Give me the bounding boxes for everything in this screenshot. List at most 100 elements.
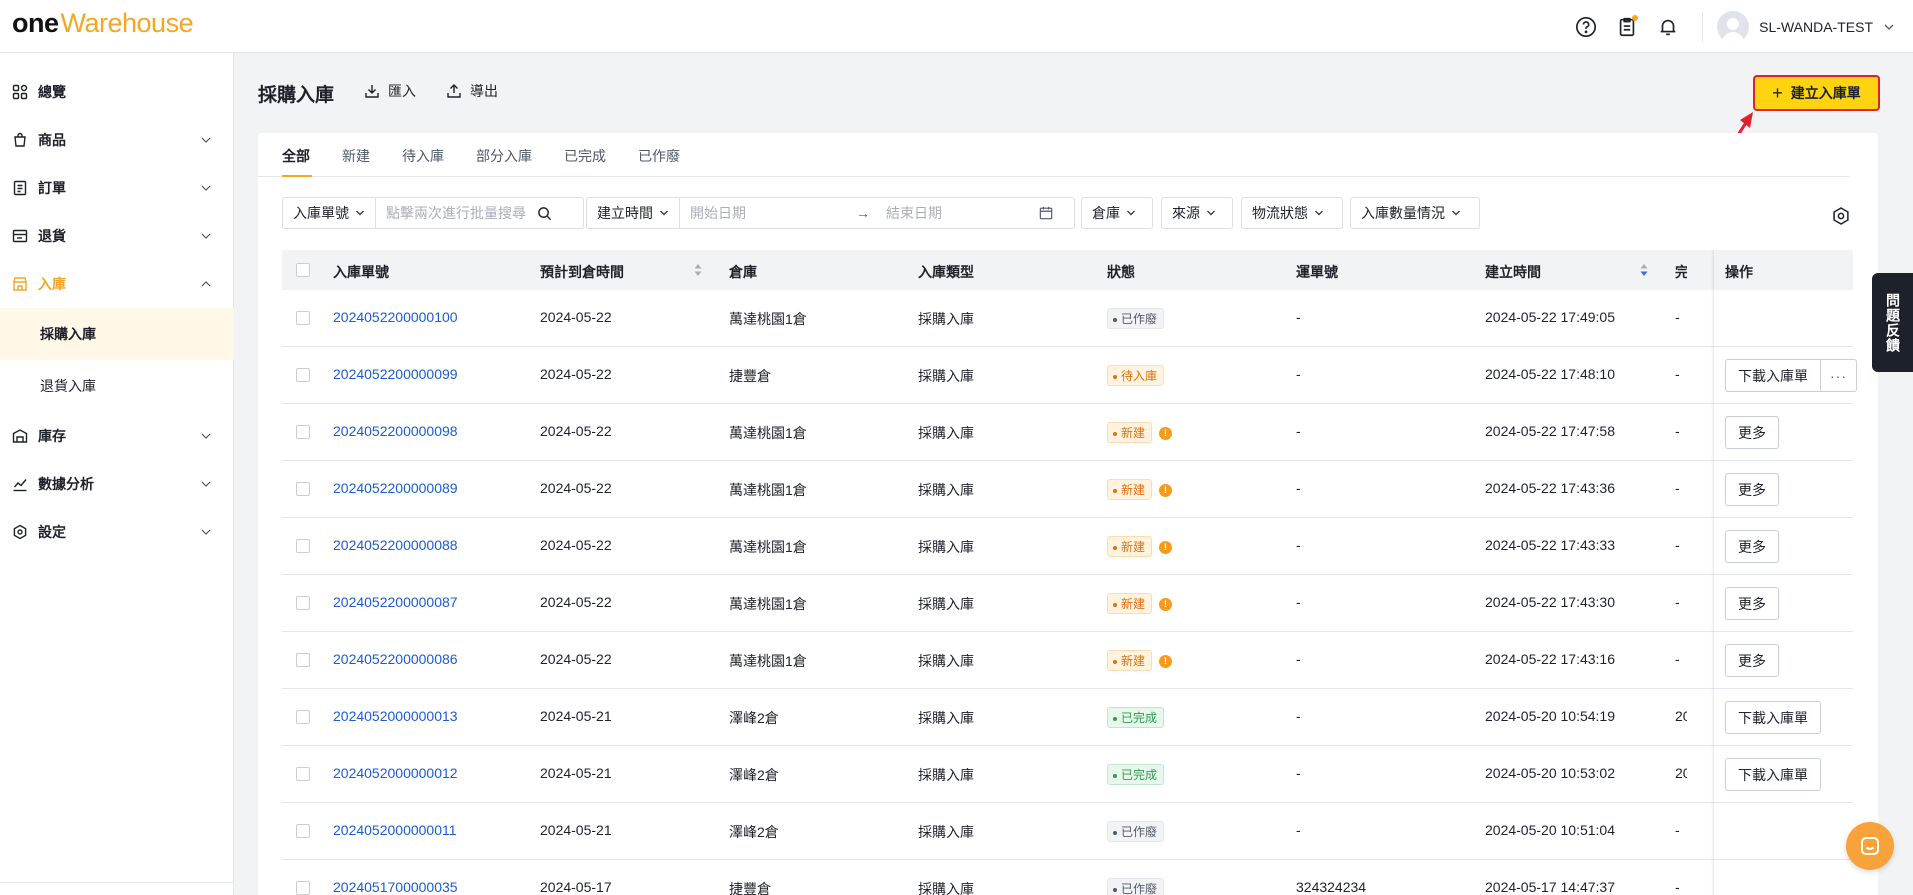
order-number-link[interactable]: 2024052200000088: [333, 537, 458, 553]
sidebar-item-inventory[interactable]: 庫存: [0, 416, 234, 456]
row-checkbox[interactable]: [296, 710, 310, 724]
order-number-link[interactable]: 2024052000000012: [333, 765, 458, 781]
column-header-created-time[interactable]: 建立時間: [1485, 262, 1541, 282]
tab-voided[interactable]: 已作廢: [638, 146, 680, 166]
row-checkbox[interactable]: [296, 425, 310, 439]
row-checkbox[interactable]: [296, 482, 310, 496]
sidebar-item-orders[interactable]: 訂單: [0, 168, 234, 208]
feedback-tab[interactable]: 問題反饋: [1872, 273, 1913, 372]
sidebar-subitem-purchase-inbound[interactable]: 採購入庫: [0, 308, 234, 360]
order-number-link[interactable]: 2024052200000098: [333, 423, 458, 439]
sidebar-item-label: 總覽: [38, 84, 66, 100]
download-inbound-button[interactable]: 下載入庫單: [1725, 359, 1821, 392]
order-number-link[interactable]: 2024052200000099: [333, 366, 458, 382]
tab-all[interactable]: 全部: [282, 146, 310, 166]
user-menu[interactable]: SL-WANDA-TEST: [1717, 10, 1895, 43]
row-checkbox[interactable]: [296, 596, 310, 610]
warning-icon[interactable]: !: [1159, 484, 1172, 497]
sort-icon[interactable]: [694, 264, 702, 276]
inbound-quantity-filter[interactable]: 入庫數量情況: [1350, 197, 1480, 229]
logistics-status-select[interactable]: 物流狀態: [1242, 198, 1334, 228]
task-list-icon[interactable]: [1614, 14, 1640, 40]
more-button[interactable]: 更多: [1725, 473, 1779, 506]
warehouse-filter[interactable]: 倉庫: [1081, 197, 1153, 229]
app-logo[interactable]: oneWarehouse: [12, 8, 194, 39]
tab-new[interactable]: 新建: [342, 146, 370, 166]
sidebar-item-analytics[interactable]: 數據分析: [0, 464, 234, 504]
source-filter[interactable]: 來源: [1161, 197, 1233, 229]
chat-button[interactable]: [1846, 822, 1894, 870]
row-checkbox[interactable]: [296, 767, 310, 781]
order-number-link[interactable]: 2024052200000087: [333, 594, 458, 610]
row-checkbox[interactable]: [296, 824, 310, 838]
tab-completed[interactable]: 已完成: [564, 146, 606, 166]
created-time-select[interactable]: 建立時間: [587, 198, 679, 228]
sidebar-item-products[interactable]: 商品: [0, 120, 234, 160]
row-checkbox[interactable]: [296, 311, 310, 325]
completed-time-cell: -: [1675, 423, 1680, 439]
created-time-cell: 2024-05-20 10:51:04: [1485, 822, 1615, 838]
warning-icon[interactable]: !: [1159, 655, 1172, 668]
logistics-status-select-label: 物流狀態: [1252, 205, 1308, 221]
sort-desc-icon[interactable]: [1640, 264, 1648, 276]
more-button[interactable]: 更多: [1725, 416, 1779, 449]
more-button[interactable]: 更多: [1725, 644, 1779, 677]
logistics-status-filter[interactable]: 物流狀態: [1241, 197, 1343, 229]
warning-icon[interactable]: !: [1159, 427, 1172, 440]
more-button[interactable]: 更多: [1725, 587, 1779, 620]
order-number-link[interactable]: 2024052200000086: [333, 651, 458, 667]
settings-icon: [12, 524, 28, 540]
order-number-link[interactable]: 2024052200000089: [333, 480, 458, 496]
calendar-icon[interactable]: [1038, 205, 1054, 221]
sidebar-item-overview[interactable]: 總覽: [0, 72, 234, 112]
more-button[interactable]: 更多: [1725, 530, 1779, 563]
sidebar-item-label: 商品: [38, 132, 66, 148]
bell-icon[interactable]: [1655, 14, 1681, 40]
column-header-waybill: 運單號: [1296, 264, 1338, 280]
download-inbound-button[interactable]: 下載入庫單: [1725, 701, 1821, 734]
table-row: 2024051700000035 2024-05-17 捷豐倉 採購入庫 已作廢 3243…: [282, 860, 1853, 895]
sidebar-item-returns[interactable]: 退貨: [0, 216, 234, 256]
chevron-up-icon: [201, 281, 211, 287]
status-badge: 已作廢: [1107, 308, 1165, 329]
sidebar-item-label: 退貨: [38, 228, 66, 244]
order-number-link[interactable]: 2024052000000011: [333, 822, 457, 838]
row-checkbox[interactable]: [296, 881, 310, 895]
start-date-input[interactable]: [680, 198, 850, 228]
order-number-link[interactable]: 2024052000000013: [333, 708, 458, 724]
order-number-link[interactable]: 2024052200000100: [333, 309, 458, 325]
column-header-eta[interactable]: 預計到倉時間: [540, 262, 624, 282]
sidebar-item-settings[interactable]: 設定: [0, 512, 234, 552]
row-checkbox[interactable]: [296, 368, 310, 382]
tab-partial[interactable]: 部分入庫: [476, 146, 532, 166]
created-time-cell: 2024-05-20 10:54:19: [1485, 708, 1615, 724]
end-date-input[interactable]: [876, 198, 1038, 228]
chevron-down-icon: [1452, 210, 1460, 216]
select-all-checkbox[interactable]: [296, 263, 310, 277]
warehouse-select[interactable]: 倉庫: [1082, 198, 1146, 228]
import-label: 匯入: [388, 83, 416, 99]
sidebar-subitem-return-inbound[interactable]: 退貨入庫: [0, 360, 234, 412]
import-button[interactable]: 匯入: [364, 81, 416, 101]
warning-icon[interactable]: !: [1159, 541, 1172, 554]
sidebar-item-inbound[interactable]: 入庫: [0, 264, 234, 304]
order-number-select[interactable]: 入庫單號: [283, 198, 375, 228]
help-icon[interactable]: [1573, 14, 1599, 40]
inbound-quantity-select[interactable]: 入庫數量情況: [1351, 198, 1471, 228]
column-settings-icon[interactable]: [1831, 206, 1851, 226]
download-inbound-button[interactable]: 下載入庫單: [1725, 758, 1821, 791]
create-inbound-button[interactable]: + 建立入庫單: [1753, 75, 1880, 111]
tab-pending[interactable]: 待入庫: [402, 146, 444, 166]
order-number-select-label: 入庫單號: [293, 205, 349, 221]
more-actions-button[interactable]: ···: [1821, 359, 1857, 392]
row-checkbox[interactable]: [296, 539, 310, 553]
export-button[interactable]: 導出: [446, 81, 498, 101]
search-icon[interactable]: [536, 205, 552, 221]
inbound-type-cell: 採購入庫: [918, 824, 974, 840]
row-checkbox[interactable]: [296, 653, 310, 667]
inbound-type-cell: 採購入庫: [918, 425, 974, 441]
source-select[interactable]: 來源: [1162, 198, 1226, 228]
order-number-link[interactable]: 2024051700000035: [333, 879, 458, 895]
warning-icon[interactable]: !: [1159, 598, 1172, 611]
batch-search-input[interactable]: [376, 198, 536, 228]
